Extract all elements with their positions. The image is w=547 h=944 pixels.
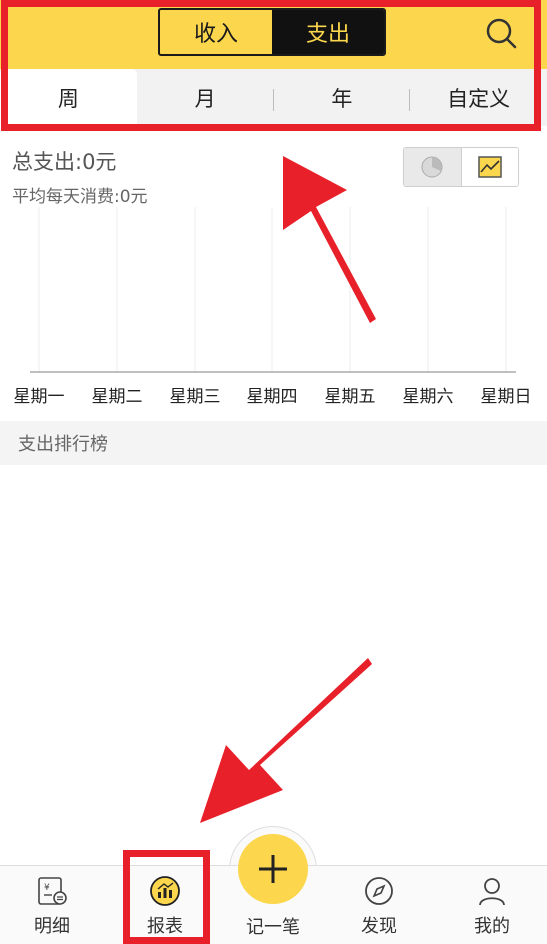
chart-x-tick-label: 星期三	[169, 387, 221, 407]
chart-x-tick-label: 星期五	[324, 387, 376, 407]
ledger-icon: ¥	[35, 874, 69, 908]
compass-icon	[362, 874, 396, 908]
chart-x-tick-label: 星期日	[480, 387, 532, 407]
chart-x-axis-labels: 星期一 星期二 星期三 星期四 星期五 星期六 星期日	[0, 382, 547, 410]
total-expense: 总支出:0元	[12, 150, 117, 174]
ranking-header: 支出排行榜	[0, 421, 547, 465]
chart-type-toggle	[403, 147, 519, 187]
nav-item-discover[interactable]: 发现	[334, 874, 424, 944]
chart-x-tick-label: 星期六	[402, 387, 454, 407]
annotation-arrows	[200, 156, 376, 823]
chart-x-tick-label: 星期一	[13, 387, 65, 407]
highlight-box-report	[123, 850, 210, 944]
svg-text:¥: ¥	[44, 883, 50, 893]
daily-average: 平均每天消费:0元	[12, 187, 148, 207]
pie-chart-icon[interactable]	[404, 148, 461, 186]
highlight-box-header	[1, 0, 541, 131]
nav-label-add: 记一笔	[246, 917, 300, 938]
nav-label-discover: 发现	[361, 916, 397, 937]
nav-item-details[interactable]: ¥ 明细	[7, 874, 97, 944]
expense-line-chart	[30, 207, 516, 373]
nav-label-mine: 我的	[474, 916, 510, 937]
chart-x-tick-label: 星期四	[246, 387, 298, 407]
plus-icon	[259, 855, 287, 883]
add-record-button[interactable]	[238, 834, 308, 904]
user-icon	[475, 874, 509, 908]
nav-item-mine[interactable]: 我的	[447, 874, 537, 944]
chart-x-tick-label: 星期二	[91, 387, 143, 407]
ranking-title: 支出排行榜	[18, 434, 108, 455]
line-chart-icon[interactable]	[460, 148, 518, 186]
arrow-down	[200, 658, 372, 823]
nav-label-details: 明细	[34, 916, 70, 937]
